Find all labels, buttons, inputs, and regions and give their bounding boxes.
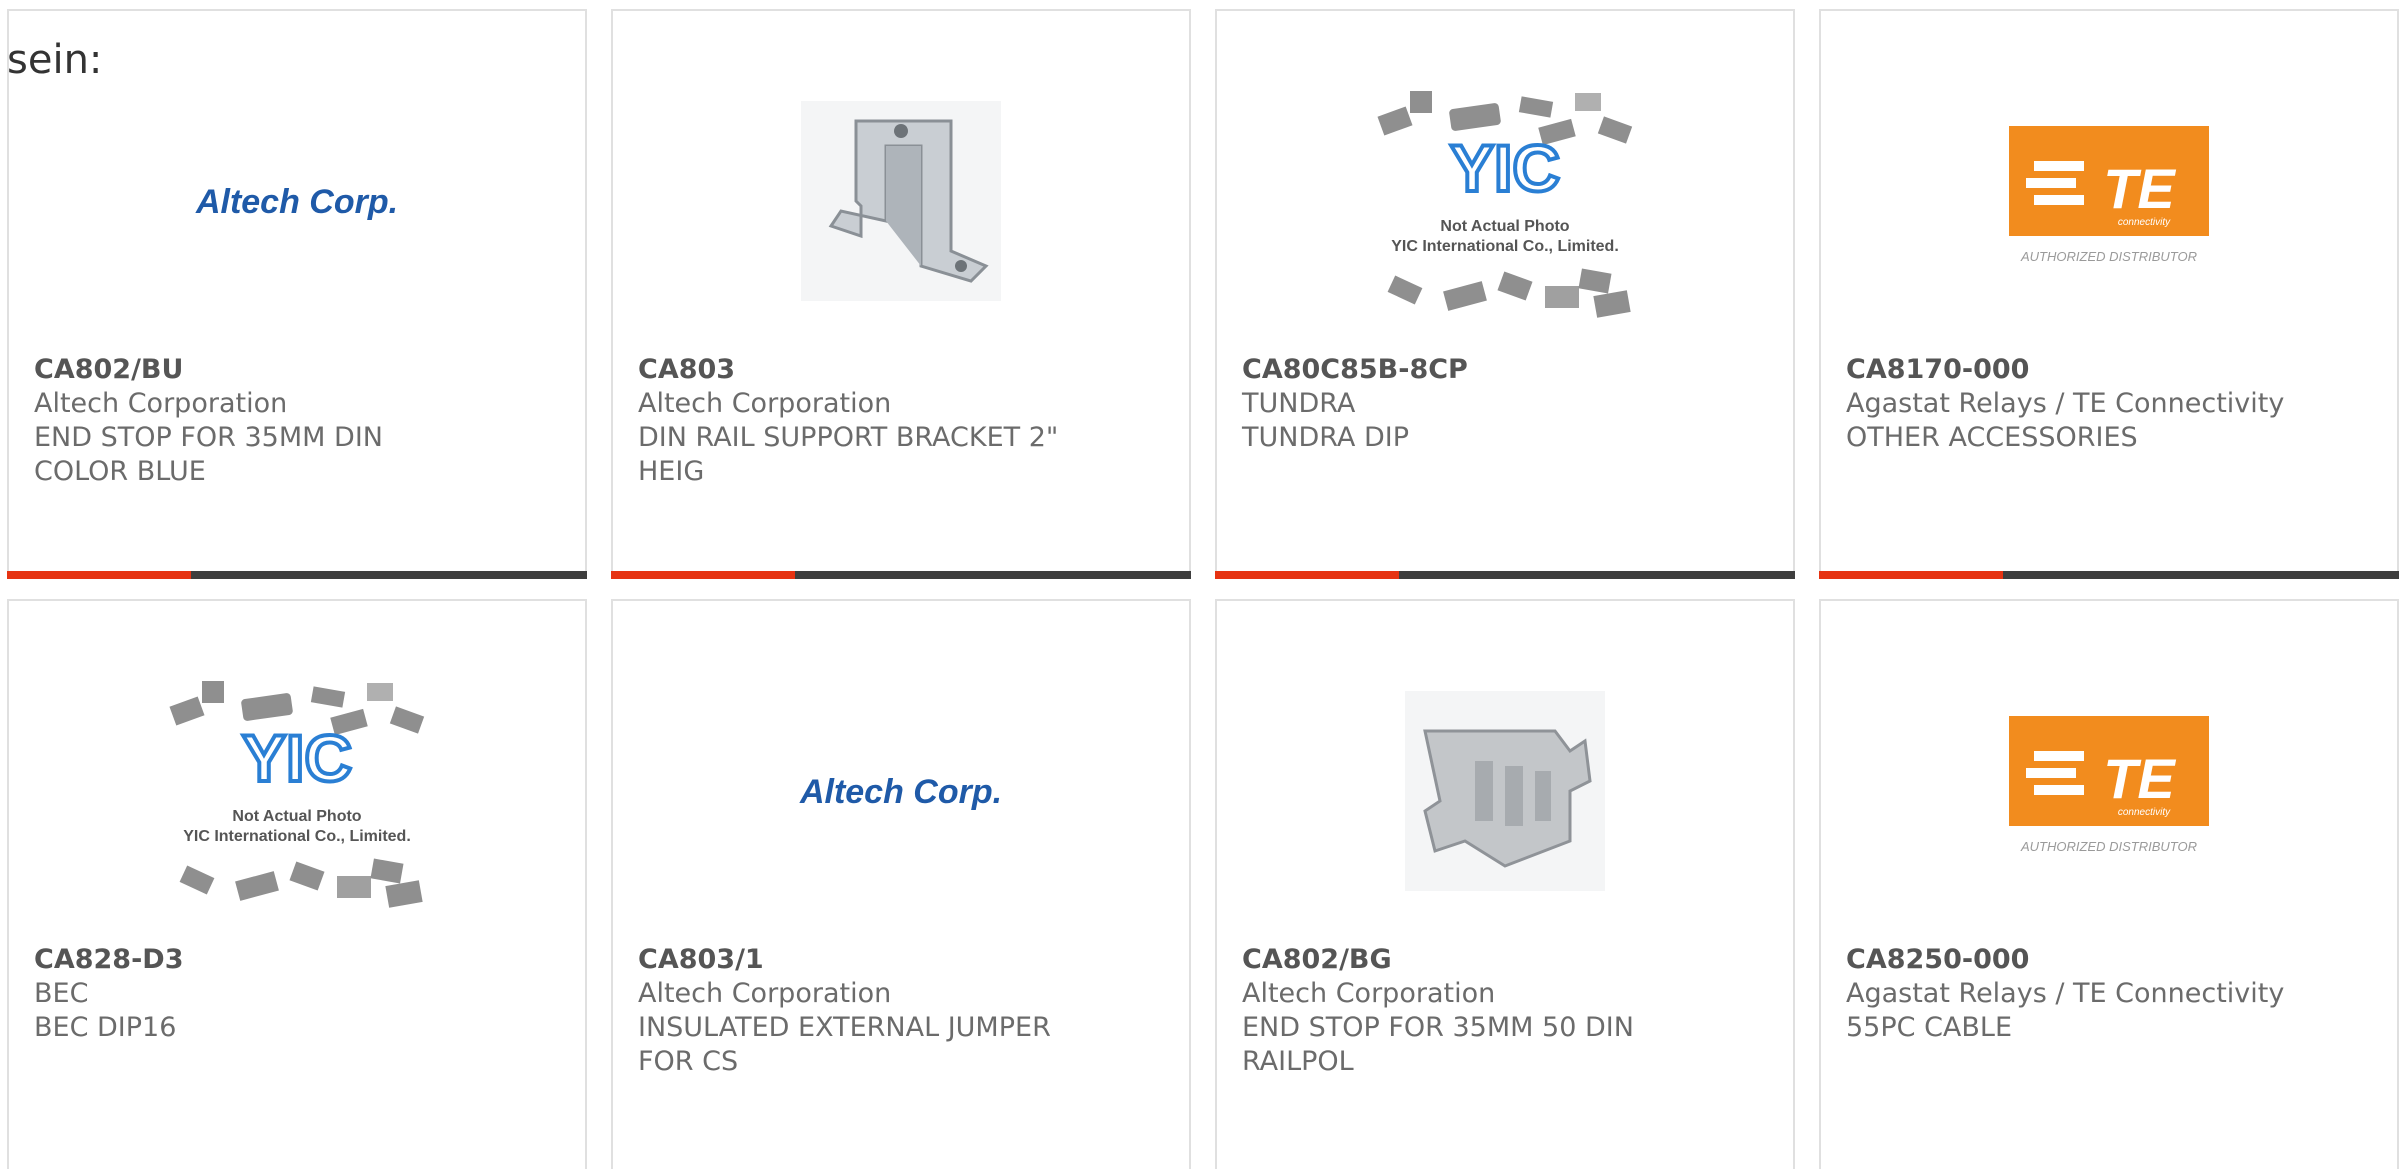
product-card-ca828-d3[interactable]: YIC Not Actual Photo YIC International C… [7, 599, 587, 1169]
manufacturer: BEC [34, 978, 89, 1009]
product-card-ca803[interactable]: CA803 Altech Corporation DIN RAIL SUPPOR… [611, 9, 1191, 579]
svg-text:TE: TE [2103, 157, 2176, 220]
card-accent-bar [1215, 571, 1795, 579]
description: FOR CS [638, 1046, 739, 1077]
part-number[interactable]: CA803/1 [638, 943, 1169, 977]
product-image[interactable]: TE connectivity AUTHORIZED DISTRIBUTOR [1821, 41, 2397, 361]
svg-text:Not Actual Photo: Not Actual Photo [232, 808, 361, 825]
card-accent-bar [611, 571, 1191, 579]
product-image[interactable]: YIC Not Actual Photo YIC International C… [1217, 41, 1793, 361]
svg-text:YIC International Co., Limited: YIC International Co., Limited. [183, 828, 411, 845]
part-number[interactable]: CA80C85B-8CP [1242, 353, 1773, 387]
yic-placeholder-icon: YIC Not Actual Photo YIC International C… [169, 681, 425, 908]
description: COLOR BLUE [34, 456, 206, 487]
svg-text:TE: TE [2103, 747, 2176, 810]
part-number[interactable]: CA828-D3 [34, 943, 565, 977]
te-connectivity-logo-icon: TE connectivity AUTHORIZED DISTRIBUTOR [2009, 126, 2209, 264]
part-number[interactable]: CA8250-000 [1846, 943, 2377, 977]
product-image[interactable]: Altech Corp. [9, 41, 585, 361]
manufacturer: Altech Corporation [638, 388, 892, 419]
svg-text:AUTHORIZED DISTRIBUTOR: AUTHORIZED DISTRIBUTOR [2020, 249, 2197, 264]
altech-logo-icon: Altech Corp. [195, 183, 398, 221]
product-card-ca803-1[interactable]: Altech Corp. CA803/1 Altech Corporation … [611, 599, 1191, 1169]
yic-placeholder-icon: YIC Not Actual Photo YIC International C… [1377, 91, 1633, 318]
product-image[interactable]: TE connectivity AUTHORIZED DISTRIBUTOR [1821, 631, 2397, 951]
din-bracket-photo-icon [801, 101, 1001, 301]
svg-text:YIC: YIC [242, 721, 352, 795]
description: BEC DIP16 [34, 1012, 177, 1043]
product-image[interactable]: YIC Not Actual Photo YIC International C… [9, 631, 585, 951]
card-accent-bar [7, 571, 587, 579]
description: TUNDRA DIP [1242, 422, 1409, 453]
product-card-ca8250-000[interactable]: TE connectivity AUTHORIZED DISTRIBUTOR C… [1819, 599, 2399, 1169]
svg-text:connectivity: connectivity [2118, 807, 2171, 818]
product-card-ca8170-000[interactable]: TE connectivity AUTHORIZED DISTRIBUTOR C… [1819, 9, 2399, 579]
manufacturer: Agastat Relays / TE Connectivity [1846, 388, 2285, 419]
part-number[interactable]: CA803 [638, 353, 1169, 387]
te-connectivity-logo-icon: TE connectivity AUTHORIZED DISTRIBUTOR [2009, 716, 2209, 854]
part-number[interactable]: CA802/BU [34, 353, 565, 387]
manufacturer: Agastat Relays / TE Connectivity [1846, 978, 2285, 1009]
description: END STOP FOR 35MM 50 DIN [1242, 1012, 1634, 1043]
description: OTHER ACCESSORIES [1846, 422, 2138, 453]
description: HEIG [638, 456, 705, 487]
manufacturer: Altech Corporation [638, 978, 892, 1009]
description: RAILPOL [1242, 1046, 1354, 1077]
description: END STOP FOR 35MM DIN [34, 422, 383, 453]
svg-text:YIC International Co., Limited: YIC International Co., Limited. [1391, 238, 1619, 255]
svg-text:Altech Corp.: Altech Corp. [195, 183, 398, 221]
product-image[interactable] [613, 41, 1189, 361]
end-stop-photo-icon [1405, 691, 1605, 891]
svg-text:Altech Corp.: Altech Corp. [799, 773, 1002, 811]
manufacturer: TUNDRA [1242, 388, 1356, 419]
altech-logo-icon: Altech Corp. [799, 773, 1002, 811]
product-image[interactable] [1217, 631, 1793, 951]
description: DIN RAIL SUPPORT BRACKET 2" [638, 422, 1059, 453]
product-card-ca802-bg[interactable]: CA802/BG Altech Corporation END STOP FOR… [1215, 599, 1795, 1169]
svg-text:YIC: YIC [1450, 131, 1560, 205]
svg-text:connectivity: connectivity [2118, 217, 2171, 228]
svg-text:AUTHORIZED DISTRIBUTOR: AUTHORIZED DISTRIBUTOR [2020, 839, 2197, 854]
svg-text:Not Actual Photo: Not Actual Photo [1440, 218, 1569, 235]
manufacturer: Altech Corporation [1242, 978, 1496, 1009]
description: INSULATED EXTERNAL JUMPER [638, 1012, 1051, 1043]
part-number[interactable]: CA8170-000 [1846, 353, 2377, 387]
description: 55PC CABLE [1846, 1012, 2013, 1043]
card-accent-bar [1819, 571, 2399, 579]
intro-text: sein: [7, 37, 103, 83]
manufacturer: Altech Corporation [34, 388, 288, 419]
product-image[interactable]: Altech Corp. [613, 631, 1189, 951]
product-card-ca802-bu[interactable]: Altech Corp. CA802/BU Altech Corporation… [7, 9, 587, 579]
product-card-ca80c85b-8cp[interactable]: YIC Not Actual Photo YIC International C… [1215, 9, 1795, 579]
part-number[interactable]: CA802/BG [1242, 943, 1773, 977]
